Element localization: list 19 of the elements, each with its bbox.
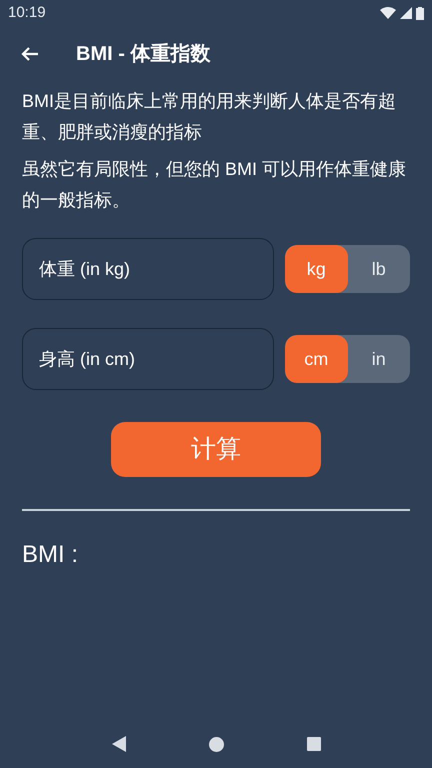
wifi-icon [380,7,396,19]
intro-paragraph: 虽然它有局限性，但您的 BMI 可以用作体重健康的一般指标。 [22,158,408,212]
status-time: 10:19 [8,2,46,23]
page-title: BMI - 体重指数 [76,42,210,67]
input-field[interactable]: 体重 (in kg) [22,238,274,300]
back-arrow-icon [21,46,39,62]
battery-icon [416,6,424,20]
bmi-result-label: BMI : [21,540,80,570]
nav-home-icon[interactable] [208,736,224,752]
calculate-button[interactable]: 计算 [111,422,321,477]
input-field[interactable]: 身高 (in cm) [22,328,274,390]
nav-recents-icon[interactable] [306,737,320,751]
unit-option[interactable]: cm [285,335,348,383]
unit-option[interactable]: kg [285,245,348,293]
signal-icon [400,7,412,19]
unit-option[interactable]: in [348,335,410,383]
unit-option[interactable]: lb [348,245,410,293]
intro-paragraph: BMI是目前临床上常用的用来判断人体是否有超重、肥胖或消瘦的指标 [22,90,398,144]
nav-back-icon[interactable] [112,736,126,752]
